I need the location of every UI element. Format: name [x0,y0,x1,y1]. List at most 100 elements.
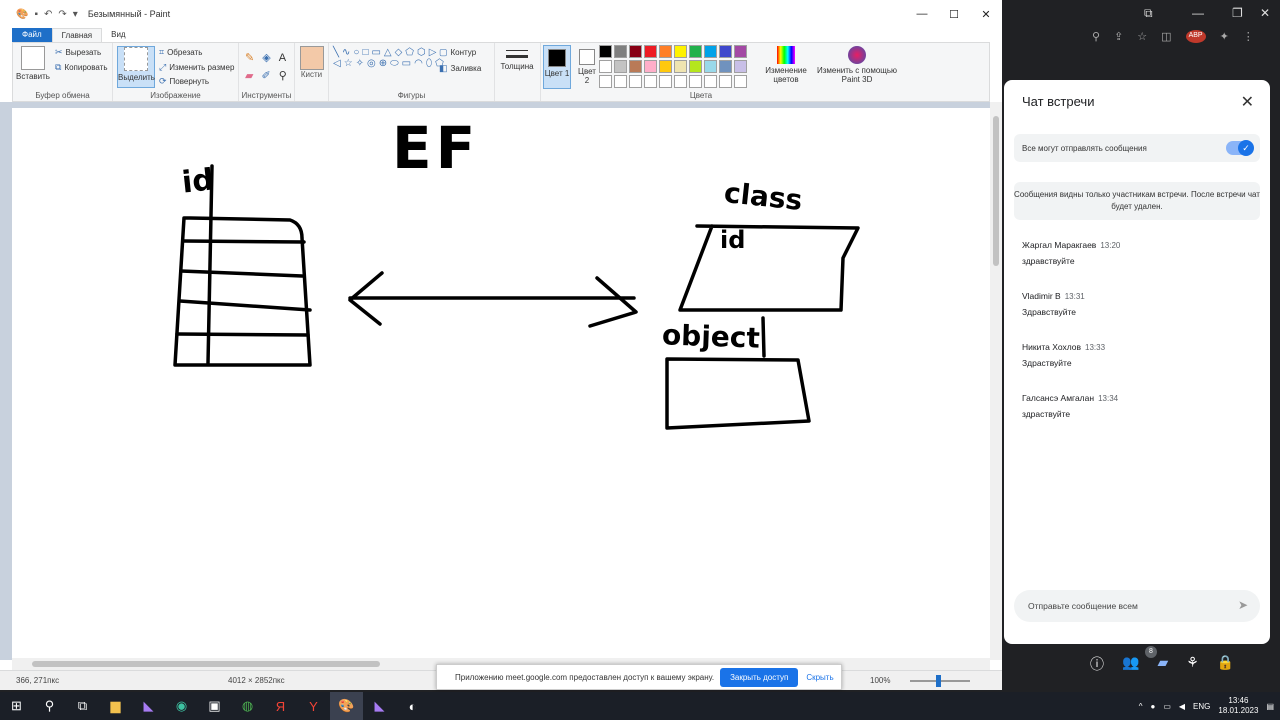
palette-swatch[interactable] [719,45,732,58]
drawing-canvas[interactable]: EF id class id object [12,108,990,658]
palette-swatch[interactable] [674,60,687,73]
redo-icon[interactable]: ↷ [58,9,66,20]
fill-icon[interactable]: ◈ [262,51,270,64]
info-icon[interactable]: ⓘ [1090,654,1104,674]
adblock-icon[interactable]: ABP [1185,30,1206,43]
palette-swatch[interactable] [689,75,702,88]
stop-sharing-button[interactable]: Закрыть доступ [720,667,799,687]
palette-swatch[interactable] [659,75,672,88]
palette-swatch[interactable] [689,45,702,58]
search-icon[interactable]: ⚲ [33,692,66,720]
chat-input[interactable]: Отправьте сообщение всем ➤ [1014,590,1260,622]
resize-button[interactable]: ⤢ Изменить размер [159,62,234,73]
send-icon[interactable]: ➤ [1238,598,1248,612]
palette-swatch[interactable] [659,45,672,58]
palette-swatch[interactable] [659,60,672,73]
people-icon[interactable]: 👥 [1122,654,1139,674]
close-browser-icon[interactable]: ✕ [1260,6,1270,20]
palette-swatch[interactable] [674,75,687,88]
pencil-icon[interactable]: ✎ [245,51,254,64]
palette-swatch[interactable] [689,60,702,73]
customize-icon[interactable]: ▾ [73,9,78,20]
menu-icon[interactable]: ⋮ [1243,30,1254,43]
palette-swatch[interactable] [704,45,717,58]
zoom-icon[interactable]: ⚲ [1092,30,1100,43]
palette-swatch[interactable] [599,75,612,88]
yandex-browser-icon[interactable]: Y [297,692,330,720]
minimize-button[interactable]: — [906,0,938,28]
tray-chevron-icon[interactable]: ^ [1139,702,1143,711]
minimize-browser-icon[interactable]: — [1192,6,1204,20]
copy-button[interactable]: ⧉ Копировать [55,62,108,73]
cut-button[interactable]: ✂ Вырезать [55,47,101,58]
tab-search-icon[interactable]: ⧉ [1144,6,1153,21]
tab-home[interactable]: Главная [51,28,103,42]
edge-icon[interactable]: ◉ [165,692,198,720]
rotate-button[interactable]: ⟳ Повернуть [159,76,209,87]
vertical-scrollbar[interactable] [990,102,1002,660]
paste-button[interactable]: Вставить [13,46,53,81]
paint3d-button[interactable]: Изменить с помощью Paint 3D [817,46,897,84]
tab-file[interactable]: Файл [12,28,52,42]
volume-icon[interactable]: ◀ [1179,702,1185,711]
color1-button[interactable]: Цвет 1 [543,45,571,89]
allow-messages-toggle[interactable]: ✓ [1226,140,1254,156]
bookmark-icon[interactable]: ☆ [1137,30,1147,43]
palette-swatch[interactable] [734,75,747,88]
store-icon[interactable]: ▣ [198,692,231,720]
palette-swatch[interactable] [719,75,732,88]
palette-swatch[interactable] [734,60,747,73]
palette-swatch[interactable] [629,45,642,58]
shapes-gallery[interactable]: ╲∿○□▭△◇⬠⬡▷ ◁☆✧◎⊕⬭▭◠⬯⬠ [333,47,447,69]
palette-swatch[interactable] [704,75,717,88]
palette-swatch[interactable] [629,75,642,88]
outline-button[interactable]: ▢ Контур [439,47,476,58]
eraser-icon[interactable]: ▰ [245,69,253,82]
clock[interactable]: 13:46 18.01.2023 [1218,696,1258,716]
share-icon[interactable]: ⇪ [1114,30,1123,43]
fill-button[interactable]: ◧ Заливка [439,63,481,74]
language-indicator[interactable]: ENG [1193,702,1210,711]
size-button[interactable]: Толщина [497,46,537,71]
palette-swatch[interactable] [614,45,627,58]
palette-swatch[interactable] [629,60,642,73]
extension-icon[interactable]: ◫ [1161,30,1171,43]
palette-swatch[interactable] [614,75,627,88]
palette-swatch[interactable] [644,60,657,73]
color2-button[interactable]: Цвет 2 [575,46,599,85]
microphone-icon[interactable]: ● [1150,702,1155,711]
horizontal-scroll-thumb[interactable] [32,661,380,667]
edit-colors-button[interactable]: Изменение цветов [761,46,811,84]
palette-swatch[interactable] [674,45,687,58]
chat-icon[interactable]: ▰ [1157,654,1168,674]
zoom-slider-thumb[interactable] [936,675,941,687]
crop-button[interactable]: ⌗ Обрезать [159,47,202,58]
vertical-scroll-thumb[interactable] [993,116,999,266]
task-view-icon[interactable]: ⧉ [66,692,99,720]
color-picker-icon[interactable]: ✐ [261,69,270,82]
palette-swatch[interactable] [644,75,657,88]
palette-swatch[interactable] [599,60,612,73]
palette-swatch[interactable] [614,60,627,73]
palette-swatch[interactable] [704,60,717,73]
restore-browser-icon[interactable]: ❐ [1232,6,1243,20]
close-button[interactable]: ✕ [970,0,1002,28]
github-icon[interactable]: ◐ [396,692,429,720]
select-button[interactable]: Выделить [117,46,155,88]
magnifier-icon[interactable]: ⚲ [279,69,287,82]
close-icon[interactable]: ✕ [1241,92,1254,112]
visual-studio-2-icon[interactable]: ◣ [363,692,396,720]
windows-start-icon[interactable]: ⊞ [0,692,33,720]
save-icon[interactable]: ▪ [34,9,38,20]
notifications-icon[interactable]: ▤ [1266,702,1274,711]
file-explorer-icon[interactable]: ▆ [99,692,132,720]
puzzle-icon[interactable]: ✦ [1220,30,1229,43]
host-controls-icon[interactable]: 🔒 [1217,654,1234,674]
tab-view[interactable]: Вид [102,28,134,42]
visual-studio-icon[interactable]: ◣ [132,692,165,720]
text-icon[interactable]: A [279,52,286,64]
maximize-button[interactable]: ☐ [938,0,970,28]
activities-icon[interactable]: ⚘ [1186,654,1199,674]
chrome-icon[interactable]: ◍ [231,692,264,720]
paint-taskbar-icon[interactable]: 🎨 [330,692,363,720]
